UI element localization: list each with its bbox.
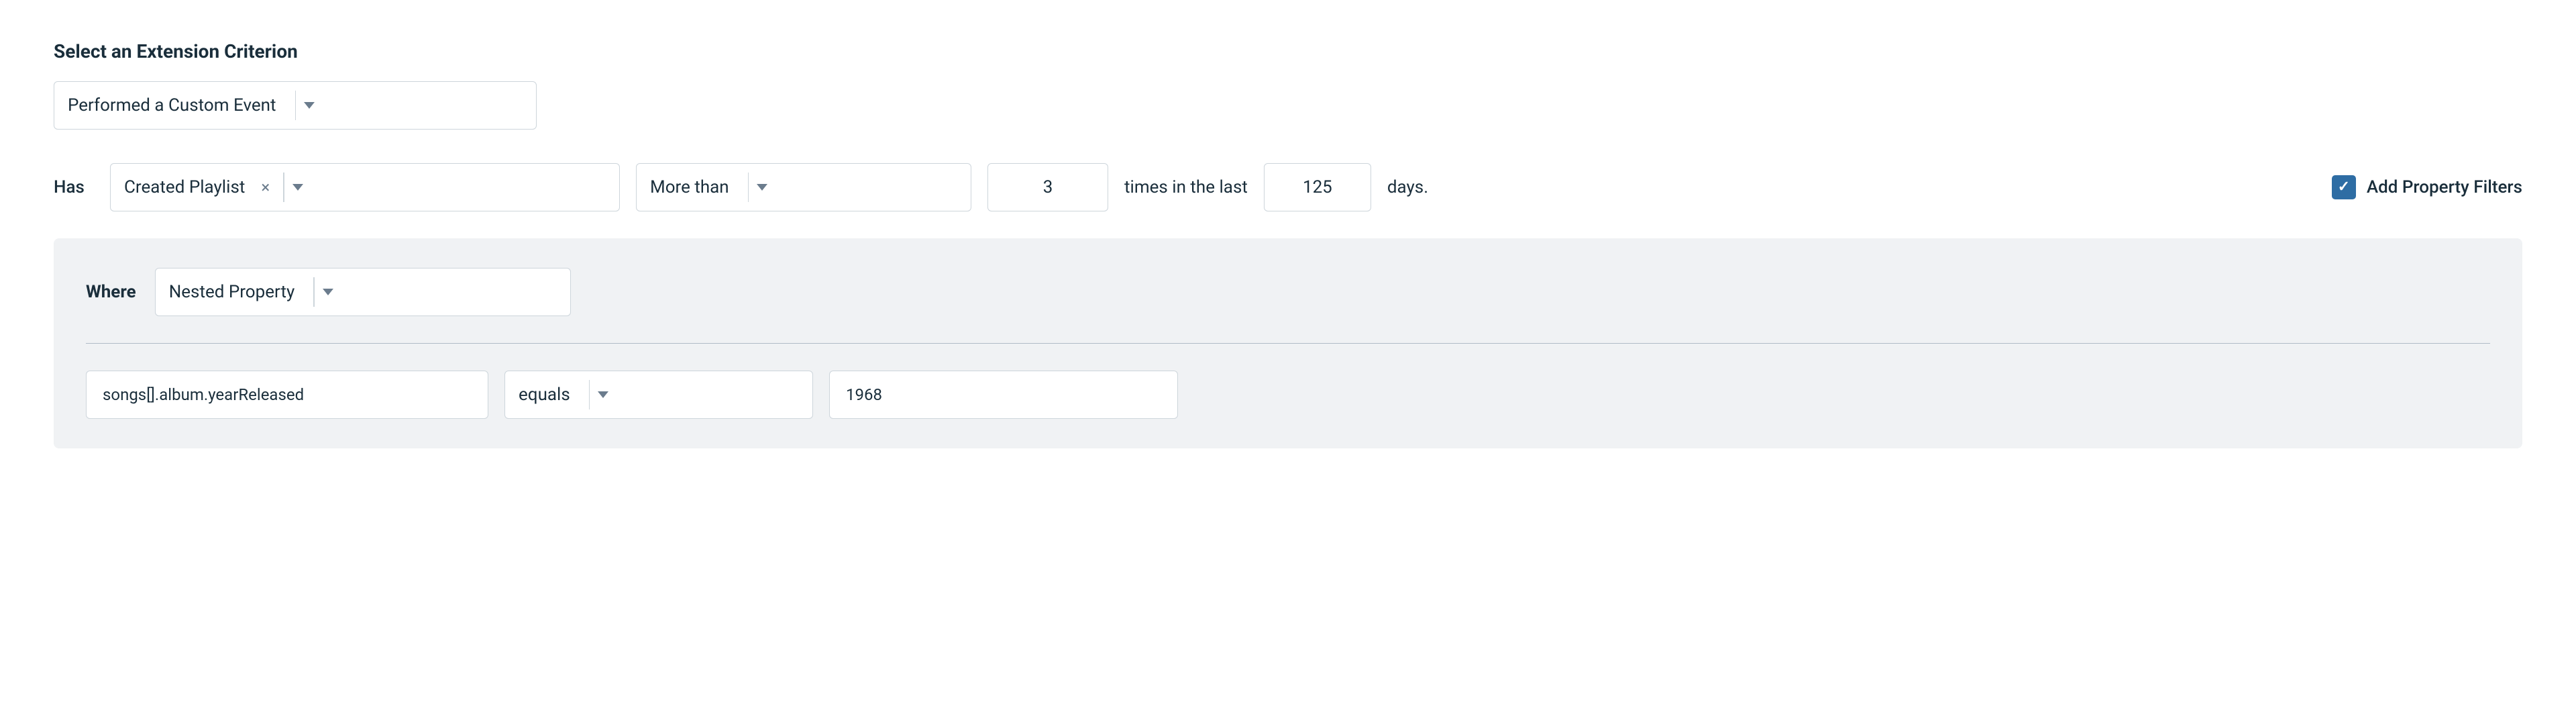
property-type-dropdown-value: Nested Property: [169, 282, 295, 302]
section-label: Select an Extension Criterion: [54, 40, 2522, 62]
event-clear-icon[interactable]: ×: [256, 178, 275, 197]
criterion-dropdown-value: Performed a Custom Event: [68, 95, 276, 115]
times-input[interactable]: [987, 163, 1108, 211]
main-container: Select an Extension Criterion Performed …: [54, 40, 2522, 448]
property-type-divider: [313, 277, 315, 307]
criterion-dropdown[interactable]: Performed a Custom Event: [54, 81, 537, 130]
event-dropdown[interactable]: Created Playlist ×: [110, 163, 620, 211]
where-label: Where: [86, 282, 136, 302]
operator-dropdown[interactable]: equals: [504, 371, 813, 419]
add-property-filters-label: Add Property Filters: [2367, 177, 2522, 197]
property-type-dropdown[interactable]: Nested Property: [155, 268, 571, 316]
condition-dropdown-chevron-icon[interactable]: [757, 184, 767, 191]
condition-dropdown[interactable]: More than: [636, 163, 971, 211]
event-dropdown-divider: [283, 173, 284, 202]
criterion-dropdown-divider: [295, 91, 297, 120]
event-dropdown-chevron-icon[interactable]: [292, 184, 303, 191]
criterion-dropdown-chevron-icon[interactable]: [304, 102, 315, 109]
times-in-last-label: times in the last: [1124, 177, 1248, 197]
has-label: Has: [54, 177, 94, 197]
days-input[interactable]: [1264, 163, 1371, 211]
where-divider: [86, 343, 2490, 344]
condition-dropdown-divider: [748, 173, 749, 202]
operator-dropdown-divider: [589, 380, 590, 409]
condition-dropdown-value: More than: [650, 177, 729, 197]
criterion-row: Performed a Custom Event: [54, 81, 2522, 130]
where-section: Where Nested Property equals: [54, 238, 2522, 448]
event-dropdown-value: Created Playlist: [124, 177, 245, 197]
operator-dropdown-value: equals: [519, 385, 570, 405]
where-row: Where Nested Property: [86, 268, 2490, 316]
add-property-filters[interactable]: ✓ Add Property Filters: [2332, 175, 2522, 199]
days-label: days.: [1387, 177, 1428, 197]
filter-value-input[interactable]: [829, 371, 1178, 419]
add-property-filters-checkbox[interactable]: ✓: [2332, 175, 2356, 199]
has-row: Has Created Playlist × More than times i…: [54, 163, 2522, 211]
checkmark-icon: ✓: [2338, 180, 2350, 195]
property-type-chevron-icon[interactable]: [323, 289, 333, 295]
filter-row: equals: [86, 371, 2490, 419]
operator-dropdown-chevron-icon[interactable]: [598, 391, 608, 398]
property-path-input[interactable]: [86, 371, 488, 419]
